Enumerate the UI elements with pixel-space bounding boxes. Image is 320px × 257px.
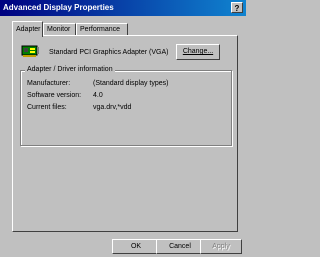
tab-adapter[interactable]: Adapter bbox=[12, 21, 43, 37]
software-version-value: 4.0 bbox=[93, 92, 103, 99]
manufacturer-label: Manufacturer: bbox=[27, 80, 71, 87]
advanced-display-properties-window: Advanced Display Properties ? Adapter Mo… bbox=[0, 0, 246, 257]
apply-button[interactable]: Apply bbox=[200, 239, 242, 254]
ok-button[interactable]: OK bbox=[112, 239, 160, 254]
adapter-tab-panel: Standard PCI Graphics Adapter (VGA) Chan… bbox=[12, 35, 238, 232]
video-card-icon bbox=[21, 45, 39, 57]
software-version-label: Software version: bbox=[27, 92, 82, 99]
current-files-label: Current files: bbox=[27, 104, 67, 111]
window-title: Advanced Display Properties bbox=[3, 3, 114, 12]
driver-info-title: Adapter / Driver information bbox=[25, 66, 115, 73]
adapter-name: Standard PCI Graphics Adapter (VGA) bbox=[49, 49, 169, 56]
current-files-value: vga.drv,*vdd bbox=[93, 104, 132, 111]
change-button[interactable]: Change... bbox=[176, 44, 220, 60]
change-button-label: Change... bbox=[182, 48, 214, 55]
cancel-button[interactable]: Cancel bbox=[156, 239, 204, 254]
manufacturer-value: (Standard display types) bbox=[93, 80, 169, 87]
help-button[interactable]: ? bbox=[231, 2, 243, 13]
title-bar[interactable]: Advanced Display Properties ? bbox=[0, 0, 246, 16]
driver-info-group: Adapter / Driver information Manufacture… bbox=[20, 66, 232, 146]
